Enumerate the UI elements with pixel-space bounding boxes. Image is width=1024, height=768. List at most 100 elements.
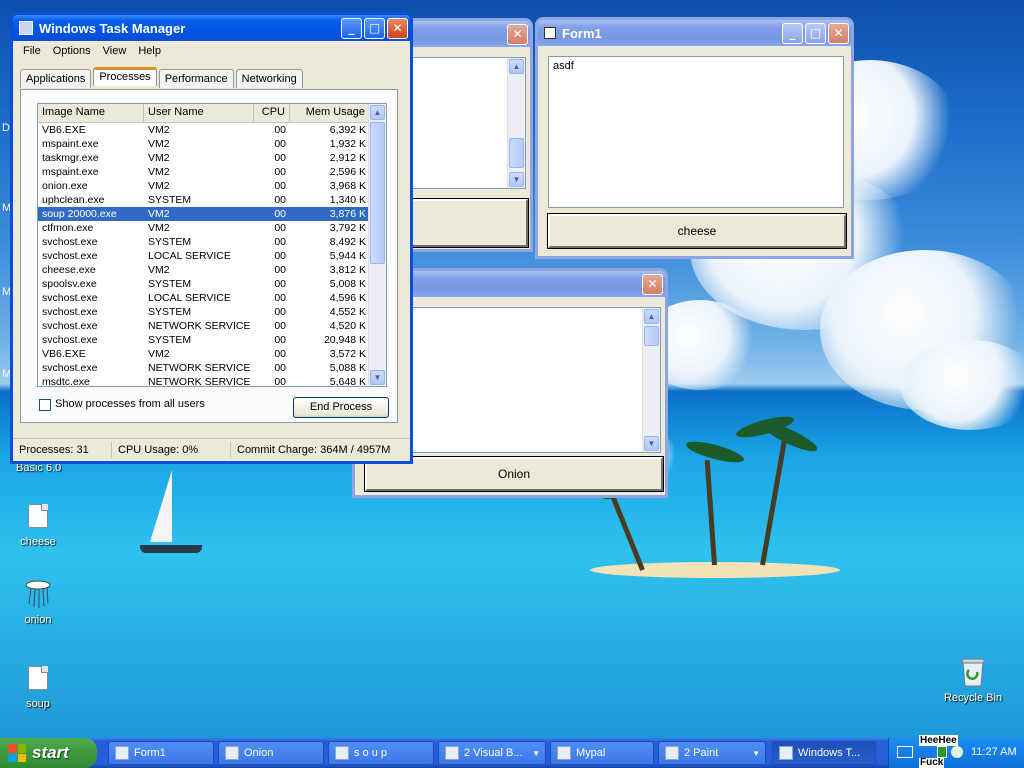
menu-options[interactable]: Options — [47, 45, 97, 57]
scroll-up-button[interactable]: ▲ — [644, 309, 659, 324]
scroll-down-button[interactable]: ▼ — [509, 172, 524, 187]
start-button[interactable]: start — [0, 738, 97, 768]
table-row[interactable]: svchost.exe SYSTEM 00 8,492 K — [38, 235, 386, 249]
table-row[interactable]: VB6.EXE VM2 00 3,572 K — [38, 347, 386, 361]
table-row[interactable]: mspaint.exe VM2 00 1,932 K — [38, 137, 386, 151]
minimize-button[interactable]: _ — [341, 17, 362, 39]
table-row[interactable]: ctfmon.exe VM2 00 3,792 K — [38, 221, 386, 235]
close-button[interactable]: ✕ — [642, 273, 663, 295]
taskbar-button-label: 2 Paint — [684, 747, 719, 759]
vertical-scrollbar[interactable]: ▲ ▼ — [507, 58, 525, 188]
taskbar-button-label: s o u p — [354, 747, 388, 759]
scroll-thumb[interactable] — [509, 138, 524, 168]
form-button[interactable] — [407, 198, 529, 248]
task-manager-tray-icon[interactable] — [937, 746, 947, 758]
tab-strip: Applications Processes Performance Netwo… — [20, 67, 305, 88]
form1-window: Form1 _ □ ✕ asdf cheese — [535, 17, 854, 259]
scroll-up-button[interactable]: ▲ — [370, 105, 385, 120]
scroll-down-button[interactable]: ▼ — [370, 370, 385, 385]
multiline-textbox[interactable]: ▲ ▼ — [408, 57, 526, 189]
palm-trunk — [760, 431, 789, 566]
column-image-name[interactable]: Image Name — [38, 104, 144, 122]
taskbar-button-onion[interactable]: Onion — [218, 741, 324, 765]
taskbar-button-form1[interactable]: Form1 — [108, 741, 214, 765]
scroll-thumb[interactable] — [370, 122, 385, 264]
table-row[interactable]: svchost.exe NETWORK SERVICE 00 5,088 K — [38, 361, 386, 375]
table-row[interactable]: VB6.EXE VM2 00 6,392 K — [38, 123, 386, 137]
scroll-up-button[interactable]: ▲ — [509, 59, 524, 74]
table-row[interactable]: spoolsv.exe SYSTEM 00 5,008 K — [38, 277, 386, 291]
table-cell: VB6.EXE — [42, 124, 86, 136]
tray-text: Fuck — [919, 757, 945, 768]
title-bar[interactable]: Form1 _ □ ✕ — [538, 20, 851, 46]
column-mem-usage[interactable]: Mem Usage — [290, 104, 370, 122]
table-cell: 00 — [274, 152, 286, 164]
table-row[interactable]: cheese.exe VM2 00 3,812 K — [38, 263, 386, 277]
cheese-button[interactable]: cheese — [547, 213, 847, 249]
folder-icon — [22, 500, 54, 532]
close-button[interactable]: ✕ — [828, 22, 849, 44]
maximize-button[interactable]: □ — [364, 17, 385, 39]
table-row[interactable]: onion.exe VM2 00 3,968 K — [38, 179, 386, 193]
process-rows: VB6.EXE VM2 00 6,392 K mspaint.exe VM2 00 1,932… — [38, 123, 386, 386]
end-process-button[interactable]: End Process — [293, 397, 389, 418]
desktop-icon-cheese[interactable]: cheese — [3, 500, 73, 548]
taskbar-group-paint[interactable]: 2 Paint ▼ — [658, 741, 766, 765]
tab-processes[interactable]: Processes — [93, 67, 157, 86]
table-row[interactable]: mspaint.exe VM2 00 2,596 K — [38, 165, 386, 179]
menu-file[interactable]: File — [17, 45, 47, 57]
safely-remove-icon[interactable] — [951, 746, 963, 758]
show-all-users-checkbox[interactable] — [39, 399, 51, 411]
taskbar-button-task-manager[interactable]: Windows T... — [772, 741, 876, 765]
table-cell: VB6.EXE — [42, 348, 86, 360]
windows-logo-icon — [8, 744, 26, 762]
table-row[interactable]: uphclean.exe SYSTEM 00 1,340 K — [38, 193, 386, 207]
table-row[interactable]: svchost.exe SYSTEM 00 4,552 K — [38, 305, 386, 319]
window-title: Windows Task Manager — [39, 20, 186, 36]
taskbar-button-mypal[interactable]: Mypal — [550, 741, 654, 765]
table-row[interactable]: svchost.exe SYSTEM 00 20,948 K — [38, 333, 386, 347]
menu-help[interactable]: Help — [132, 45, 167, 57]
paint-icon — [665, 746, 679, 760]
vertical-scrollbar[interactable]: ▲ ▼ — [368, 104, 386, 386]
taskbar-button-soup[interactable]: s o u p — [328, 741, 434, 765]
table-cell: svchost.exe — [42, 306, 98, 318]
scroll-down-button[interactable]: ▼ — [644, 436, 659, 451]
table-row[interactable]: msdtc.exe NETWORK SERVICE 00 5,648 K — [38, 375, 386, 386]
table-row[interactable]: soup 20000.exe VM2 00 3,876 K — [38, 207, 386, 221]
tab-networking[interactable]: Networking — [235, 69, 303, 88]
minimize-button[interactable]: _ — [782, 22, 803, 44]
close-button[interactable]: ✕ — [507, 23, 528, 45]
table-row[interactable]: svchost.exe LOCAL SERVICE 00 4,596 K — [38, 291, 386, 305]
desktop-icon-label: onion — [24, 614, 52, 626]
tab-performance[interactable]: Performance — [158, 69, 234, 88]
tab-applications[interactable]: Applications — [20, 69, 92, 88]
desktop-icon-label: cheese — [20, 536, 56, 548]
title-bar[interactable]: ✕ — [398, 21, 530, 47]
text-area[interactable]: asdf — [548, 56, 844, 208]
taskbar-group-visual-basic[interactable]: 2 Visual B... ▼ — [438, 741, 546, 765]
table-row[interactable]: svchost.exe LOCAL SERVICE 00 5,944 K — [38, 249, 386, 263]
desktop-icon-label: soup — [26, 698, 50, 710]
table-cell: svchost.exe — [42, 250, 98, 262]
table-cell: 00 — [274, 222, 286, 234]
desktop-icon-soup[interactable]: soup — [3, 662, 73, 710]
table-cell: SYSTEM — [148, 306, 192, 318]
table-row[interactable]: svchost.exe NETWORK SERVICE 00 4,520 K — [38, 319, 386, 333]
desktop-icon-label: Recycle Bin — [943, 692, 1003, 704]
title-bar[interactable]: Windows Task Manager _ □ ✕ — [13, 15, 410, 41]
close-button[interactable]: ✕ — [387, 17, 408, 39]
desktop-icon-recycle-bin[interactable]: Recycle Bin — [938, 656, 1008, 704]
keyboard-icon[interactable] — [897, 746, 913, 758]
column-cpu[interactable]: CPU — [254, 104, 290, 122]
scroll-thumb[interactable] — [644, 326, 659, 346]
table-cell: ctfmon.exe — [42, 222, 94, 234]
maximize-button[interactable]: □ — [805, 22, 826, 44]
menu-view[interactable]: View — [97, 45, 133, 57]
desktop-icon-onion[interactable]: onion — [3, 578, 73, 626]
vertical-scrollbar[interactable]: ▲ ▼ — [642, 308, 660, 452]
column-user-name[interactable]: User Name — [144, 104, 254, 122]
process-list[interactable]: Image Name User Name CPU Mem Usage VB6.E… — [37, 103, 387, 387]
clock[interactable]: 11:27 AM — [971, 746, 1017, 758]
table-row[interactable]: taskmgr.exe VM2 00 2,912 K — [38, 151, 386, 165]
